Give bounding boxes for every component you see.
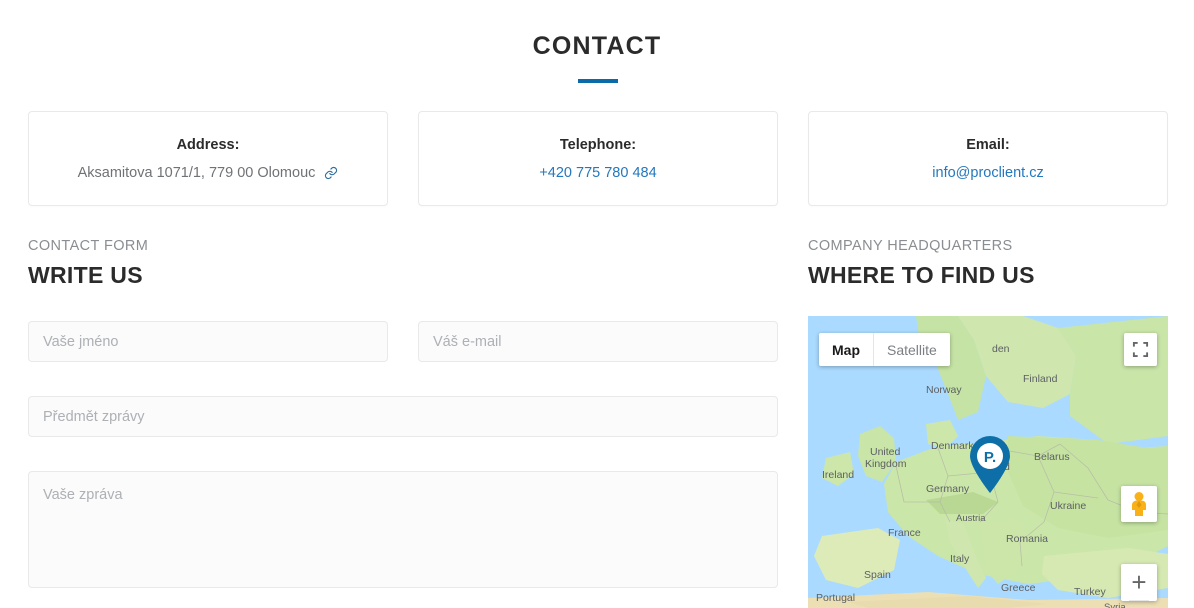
map-label: Ireland [822, 469, 855, 481]
map-label: Germany [926, 483, 970, 495]
email-input[interactable] [418, 321, 778, 362]
map-label: Turkey [1074, 586, 1106, 598]
zoom-divider [1129, 600, 1149, 601]
map-label: Portugal [816, 592, 856, 604]
name-input[interactable] [28, 321, 388, 362]
map-label: Ukraine [1050, 500, 1087, 512]
contact-form-eyebrow: CONTACT FORM [28, 238, 149, 254]
info-card-telephone: Telephone: +420 775 780 484 [418, 111, 778, 206]
map-label: Belarus [1034, 451, 1070, 463]
map-type-satellite-button[interactable]: Satellite [873, 333, 950, 366]
map-type-map-button[interactable]: Map [819, 333, 873, 366]
info-card-label: Email: [966, 136, 1010, 153]
map-label: Austria [956, 513, 986, 524]
map-heading: WHERE TO FIND US [808, 262, 1035, 288]
map-label: den [992, 343, 1010, 355]
info-card-label: Address: [176, 136, 240, 153]
page-title: CONTACT [532, 32, 662, 60]
map-label: Romania [1006, 533, 1049, 545]
map-label: Norway [926, 384, 962, 396]
map-label: Syria [1104, 602, 1126, 608]
info-card-email: Email: info@proclient.cz [808, 111, 1168, 206]
subject-input[interactable] [28, 396, 778, 437]
info-card-address: Address: Aksamitova 1071/1, 779 00 Olomo… [28, 111, 388, 206]
message-textarea[interactable] [28, 471, 778, 588]
map-label: Finland [1023, 373, 1058, 385]
email-link[interactable]: info@proclient.cz [932, 165, 1043, 181]
zoom-controls[interactable]: + [1121, 564, 1157, 601]
zoom-in-button[interactable]: + [1121, 564, 1157, 600]
map-label: United [870, 446, 901, 458]
map-eyebrow: COMPANY HEADQUARTERS [808, 238, 1013, 254]
fullscreen-button[interactable] [1124, 333, 1157, 366]
map-label: Spain [864, 569, 891, 581]
marker-label: P. [984, 449, 996, 466]
map-label: Italy [950, 553, 970, 565]
info-card-label: Telephone: [559, 136, 637, 153]
address-text: Aksamitova 1071/1, 779 00 Olomouc [77, 164, 316, 181]
info-card-value: +420 775 780 484 [539, 165, 656, 181]
map-marker[interactable]: P. [968, 436, 1012, 499]
map-type-toggle[interactable]: Map Satellite [819, 333, 950, 366]
info-card-value: info@proclient.cz [932, 165, 1043, 181]
pegman-streetview-icon[interactable] [1121, 486, 1157, 522]
contact-page: CONTACT Address: Aksamitova 1071/1, 779 … [0, 0, 1194, 608]
title-underline-accent [578, 79, 618, 83]
map-label: Greece [1001, 582, 1036, 594]
map-label: Kingdom [865, 458, 907, 470]
link-icon[interactable] [324, 166, 338, 180]
map-label: France [888, 527, 921, 539]
info-card-value: Aksamitova 1071/1, 779 00 Olomouc [78, 165, 339, 181]
contact-form-heading: WRITE US [28, 262, 143, 288]
map-widget[interactable]: den Norway Finland Denmark United Kingdo… [808, 316, 1168, 608]
telephone-link[interactable]: +420 775 780 484 [539, 165, 656, 181]
